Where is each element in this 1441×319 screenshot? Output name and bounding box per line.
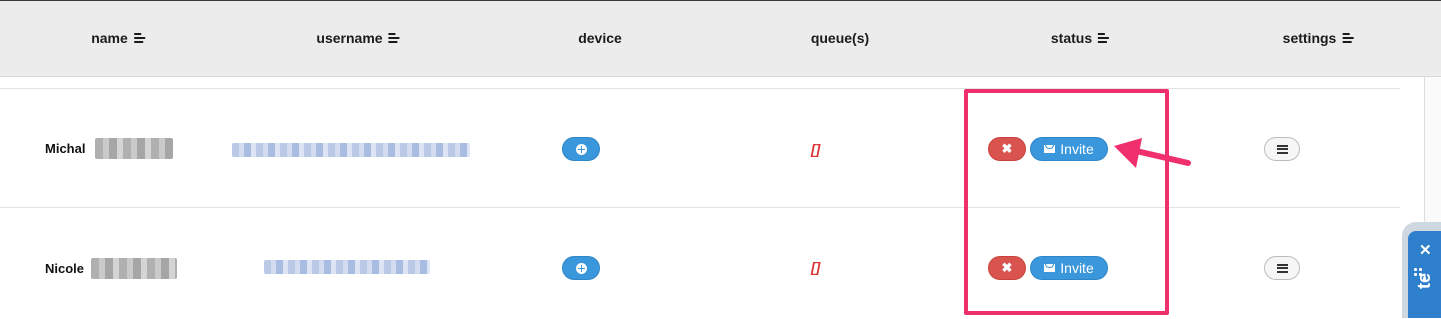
redacted-username xyxy=(264,260,430,274)
table-header: name username device queue(s) status set… xyxy=(0,1,1441,77)
sort-icon xyxy=(388,33,400,43)
user-name: Michal xyxy=(45,141,86,156)
column-header-name[interactable]: name xyxy=(91,30,145,46)
sort-icon xyxy=(1342,33,1354,43)
side-widget-label: te xyxy=(1414,272,1434,289)
settings-menu-button[interactable] xyxy=(1264,256,1300,280)
queue-value: [] xyxy=(811,259,821,275)
redacted-surname xyxy=(95,138,173,159)
settings-menu-button[interactable] xyxy=(1264,137,1300,161)
arrow-annotation xyxy=(1114,138,1191,168)
highlight-box xyxy=(964,89,1169,315)
add-device-button[interactable] xyxy=(562,256,600,280)
sort-icon xyxy=(133,33,145,43)
column-header-settings[interactable]: settings xyxy=(1283,30,1354,46)
column-header-queues: queue(s) xyxy=(810,30,870,46)
column-header-username[interactable]: username xyxy=(316,30,400,46)
user-name: Nicole xyxy=(45,261,85,276)
column-header-status[interactable]: status xyxy=(1051,30,1110,46)
queue-value: [] xyxy=(811,141,821,157)
sort-icon xyxy=(1098,33,1110,43)
menu-icon xyxy=(1276,144,1288,154)
close-icon[interactable]: ✕ xyxy=(1419,241,1432,259)
table-row: Nicole [] ✖ Invite xyxy=(0,207,1400,319)
add-device-button[interactable] xyxy=(562,137,600,161)
redacted-surname xyxy=(91,258,177,279)
column-header-device: device xyxy=(578,30,622,46)
plus-circle-icon xyxy=(575,262,587,274)
redacted-username xyxy=(232,143,470,157)
plus-circle-icon xyxy=(575,143,587,155)
menu-icon xyxy=(1276,263,1288,273)
